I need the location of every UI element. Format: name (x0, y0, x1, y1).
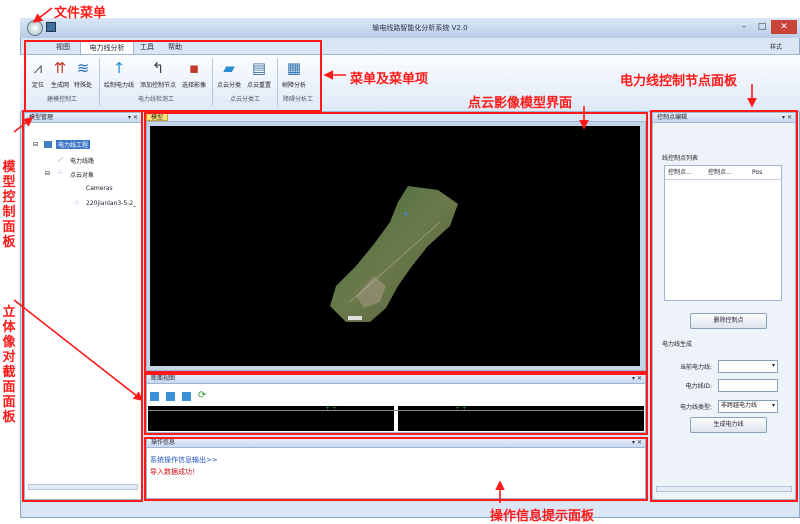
annotation-arrows (13, 7, 757, 503)
